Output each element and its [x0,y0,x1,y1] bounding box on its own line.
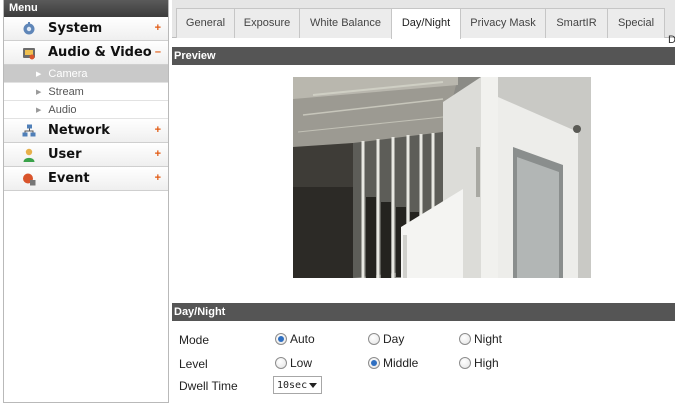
radio-unselected-icon [368,333,380,345]
level-low-label: Low [290,356,313,370]
sidebar-item-network[interactable]: Network + [4,119,168,143]
mode-auto-radio[interactable]: Auto [275,332,315,346]
tab-general[interactable]: General [176,8,235,38]
mode-night-radio[interactable]: Night [459,332,502,346]
sidebar-subitem-label: Camera [48,67,88,80]
day-night-section-header: Day/Night [172,303,675,321]
sidebar-subitem-audio[interactable]: ▶ Audio [4,101,168,119]
arrow-right-icon: ▶ [36,88,42,96]
dwell-time-value: 10sec [277,380,308,391]
level-label: Level [179,357,208,371]
sidebar-subitem-label: Stream [48,85,84,98]
expand-icon[interactable]: + [155,148,161,160]
radio-unselected-icon [275,357,287,369]
sidebar-menu: Menu System + Audio & Video – ▶ Camera ▶… [3,0,169,403]
radio-unselected-icon [459,357,471,369]
expand-icon[interactable]: + [155,172,161,184]
user-icon [22,148,36,162]
sidebar-item-label: System [48,21,103,36]
sidebar-item-label: Event [48,171,90,186]
arrow-right-icon: ▶ [36,106,42,114]
system-icon [22,21,36,36]
level-row: Level Low Middle High [172,354,675,374]
level-middle-label: Middle [383,356,419,370]
tab-white-balance[interactable]: White Balance [299,8,392,38]
dwell-time-row: Dwell Time 10sec [172,376,675,396]
tab-day-night[interactable]: Day/Night [391,8,461,39]
sidebar-subitem-label: Audio [48,103,77,116]
camera-preview-image [293,77,591,278]
preview-section-header: Preview [172,47,675,65]
level-high-label: High [474,356,499,370]
network-icon [22,124,36,138]
tab-special[interactable]: Special [607,8,665,38]
sidebar-subitem-camera[interactable]: ▶ Camera [4,65,168,83]
sidebar-item-label: Network [48,123,110,138]
audio-video-icon [22,46,36,60]
tab-overflow-text: D [668,34,675,46]
level-low-radio[interactable]: Low [275,356,312,370]
sidebar-item-label: Audio & Video [48,45,152,60]
dwell-time-label: Dwell Time [179,379,238,393]
mode-auto-label: Auto [290,332,315,346]
sidebar-item-label: User [48,147,82,162]
level-middle-radio[interactable]: Middle [368,356,418,370]
sidebar-item-event[interactable]: Event + [4,167,168,191]
sidebar-item-system[interactable]: System + [4,17,168,41]
level-high-radio[interactable]: High [459,356,499,370]
sidebar-subitem-stream[interactable]: ▶ Stream [4,83,168,101]
sidebar-item-user[interactable]: User + [4,143,168,167]
mode-row: Mode Auto Day Night [172,330,675,350]
mode-night-label: Night [474,332,503,346]
arrow-right-icon: ▶ [36,70,42,78]
mode-label: Mode [179,333,210,347]
radio-selected-icon [368,357,380,369]
dwell-time-select[interactable]: 10sec [273,376,322,394]
mode-day-label: Day [383,332,405,346]
sidebar-item-audio-video[interactable]: Audio & Video – [4,41,168,65]
event-icon [22,172,36,186]
menu-title: Menu [4,0,168,17]
radio-unselected-icon [459,333,471,345]
collapse-icon[interactable]: – [155,46,161,58]
radio-selected-icon [275,333,287,345]
expand-icon[interactable]: + [155,22,161,34]
expand-icon[interactable]: + [155,124,161,136]
tab-smartir[interactable]: SmartIR [545,8,608,38]
tab-exposure[interactable]: Exposure [234,8,300,38]
app-root: Menu System + Audio & Video – ▶ Camera ▶… [0,0,675,403]
mode-day-radio[interactable]: Day [368,332,404,346]
tab-privacy-mask[interactable]: Privacy Mask [460,8,546,38]
chevron-down-icon [309,383,317,388]
